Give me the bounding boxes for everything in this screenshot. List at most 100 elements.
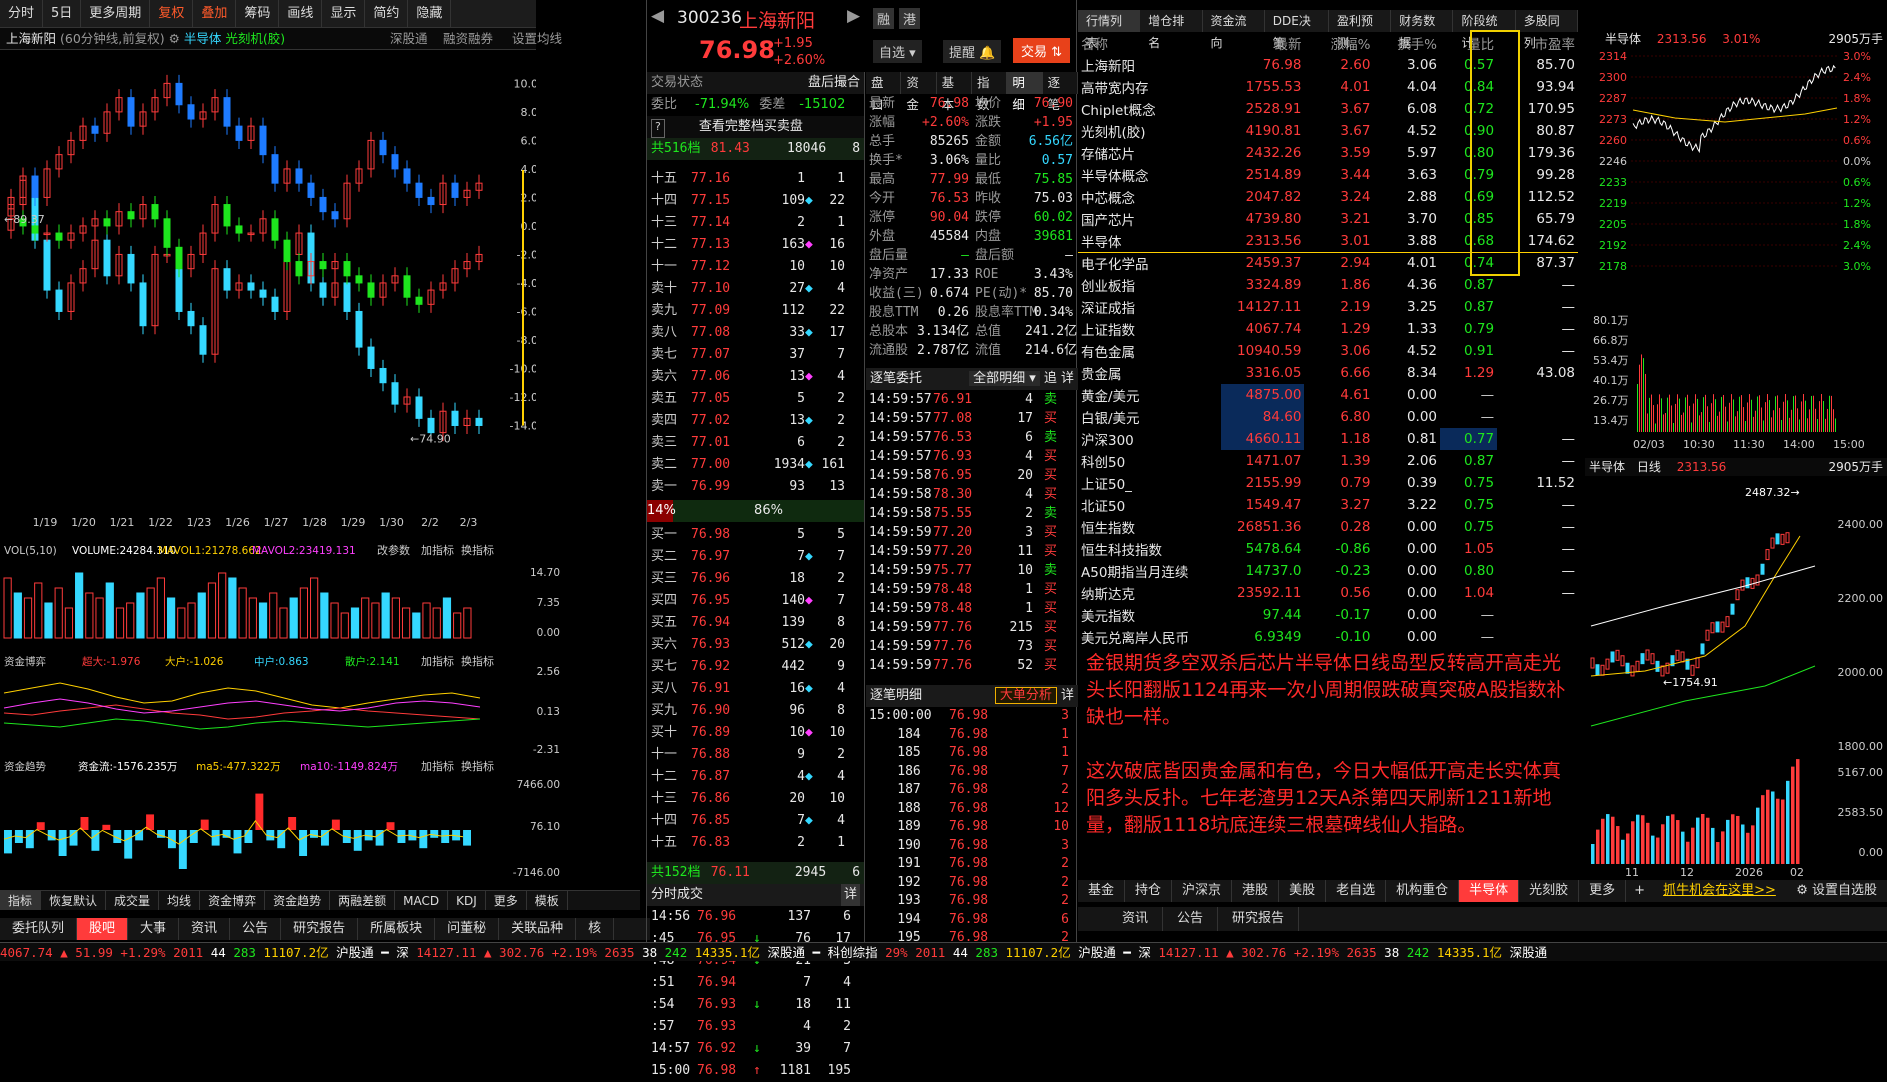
book-row[interactable]: 卖三 77.01 6 2 — [647, 432, 864, 454]
detail-tab[interactable]: 基本 — [937, 72, 972, 112]
sub-tab[interactable]: 资讯 — [1108, 907, 1164, 931]
toolbar-item[interactable]: 叠加 — [193, 0, 237, 28]
book-row[interactable]: 买九 76.90 96 8 — [647, 700, 864, 722]
list-row[interactable]: 黄金/美元 4875.00 4.61 0.00 — — [1078, 384, 1578, 406]
bottom-tab[interactable]: 光刻胶 — [1519, 880, 1580, 902]
sub-tab[interactable]: 研究报告 — [1218, 907, 1300, 931]
indicator-tab[interactable]: 资金趋势 — [265, 891, 331, 910]
left-bottom-tab[interactable]: 核 — [576, 918, 615, 940]
list-tab[interactable]: 多股同列 — [1516, 10, 1578, 50]
left-bottom-tab[interactable]: 股吧 — [77, 918, 129, 940]
toolbar-item[interactable]: 画线 — [279, 0, 323, 28]
detail-tab[interactable]: 明细 — [1007, 72, 1043, 112]
book-row[interactable]: 卖一 76.99 93 13 — [647, 476, 864, 498]
book-row[interactable]: 买十 76.89 10 ◆ 10 — [647, 722, 864, 744]
vol-switch-indicator[interactable]: 换指标 — [461, 543, 494, 557]
list-row[interactable]: 上证指数 4067.74 1.29 1.33 0.79 — — [1078, 318, 1578, 340]
list-header-cell[interactable]: 换手% — [1373, 32, 1440, 54]
list-row[interactable]: A50期指当月连续 14737.0 -0.23 0.00 0.80 — — [1078, 560, 1578, 582]
indicator-tab[interactable]: 均线 — [159, 891, 201, 910]
help-icon[interactable]: ? — [651, 119, 665, 138]
book-row[interactable]: 卖四 77.02 13 ◆ 2 — [647, 410, 864, 432]
indicator-tab[interactable]: 成交量 — [106, 891, 160, 910]
left-bottom-tab[interactable]: 公告 — [230, 918, 282, 940]
list-row[interactable]: 深证成指 14127.11 2.19 3.25 0.87 — — [1078, 296, 1578, 318]
bottom-tab[interactable]: 持仓 — [1125, 880, 1173, 902]
left-bottom-tab[interactable]: 问董秘 — [435, 918, 500, 940]
list-row[interactable]: 贵金属 3316.05 6.66 8.34 1.29 43.08 — [1078, 362, 1578, 384]
book-row[interactable]: 十五 77.16 1 1 — [647, 168, 864, 190]
indicator-tab[interactable]: 指标 — [0, 891, 42, 910]
indicator-tab[interactable]: 恢复默认 — [41, 891, 107, 910]
left-bottom-tab[interactable]: 委托队列 — [0, 918, 78, 940]
toolbar-item[interactable]: 显示 — [322, 0, 366, 28]
list-row[interactable]: 白银/美元 84.60 6.80 0.00 — — [1078, 406, 1578, 428]
left-bottom-tab[interactable]: 关联品种 — [499, 918, 577, 940]
list-row[interactable]: 北证50 1549.47 3.27 3.22 0.75 — — [1078, 494, 1578, 516]
list-tab[interactable]: 财务数据 — [1391, 10, 1454, 50]
left-bottom-tab[interactable]: 资讯 — [179, 918, 231, 940]
overlay-lithography[interactable]: 光刻机(胶) — [225, 31, 285, 46]
game-add-indicator[interactable]: 加指标 — [421, 654, 454, 668]
mini-daily-chart[interactable]: 2400.00 2200.00 2000.00 1800.00 2487.32→ ←175… — [1585, 476, 1887, 878]
indicator-tab[interactable]: 更多 — [486, 891, 527, 910]
toolbar-item[interactable]: 隐藏 — [408, 0, 452, 28]
mini-intraday-chart[interactable]: 2314 3.0% 2300 2.4% 2287 1.8% 2273 1.2% 2260 0.6%… — [1585, 48, 1887, 458]
book-row[interactable]: 十三 77.14 2 1 — [647, 212, 864, 234]
order-follow-button[interactable]: 追 — [1044, 371, 1057, 386]
detail-tab[interactable]: 指数 — [972, 72, 1008, 112]
settings-icon[interactable]: ⚙ — [169, 31, 180, 46]
book-row[interactable]: 十三 76.86 20 10 — [647, 788, 864, 810]
indicator-tab[interactable]: 资金博弈 — [200, 891, 266, 910]
list-row[interactable]: 沪深300 4660.11 1.18 0.81 0.77 — — [1078, 428, 1578, 450]
book-row[interactable]: 买七 76.92 442 9 — [647, 656, 864, 678]
toolbar-item[interactable]: 复权 — [150, 0, 194, 28]
game-switch-indicator[interactable]: 换指标 — [461, 654, 494, 668]
bottom-tab[interactable]: 更多 — [1579, 880, 1627, 902]
book-row[interactable]: 卖五 77.05 5 2 — [647, 388, 864, 410]
tick-detail-button[interactable]: 详 — [1061, 688, 1074, 703]
big-order-button[interactable]: 大单分析 — [994, 687, 1057, 704]
vol-params-button[interactable]: 改参数 — [377, 543, 410, 557]
list-tab[interactable]: 行情列表 — [1078, 10, 1141, 50]
trend-add-indicator[interactable]: 加指标 — [421, 759, 454, 773]
book-row[interactable]: 十五 76.83 2 1 — [647, 832, 864, 854]
list-tab[interactable]: 资金流向 — [1203, 10, 1265, 50]
alert-button[interactable]: 提醒 🔔 — [943, 40, 1002, 63]
book-row[interactable]: 买四 76.95 140 ◆ 7 — [647, 590, 864, 612]
list-row[interactable]: 美元兑离岸人民币 6.9349 -0.10 0.00 — — [1078, 626, 1578, 648]
overlay-semiconductor[interactable]: 半导体 — [184, 31, 222, 46]
toolbar-item[interactable]: 分时 — [0, 0, 44, 28]
bottom-tab[interactable]: 基金 — [1078, 880, 1126, 902]
promo-link[interactable]: 抓牛机会在这里>> — [1653, 880, 1786, 902]
bottom-tab[interactable]: 美股 — [1279, 880, 1327, 902]
list-row[interactable]: 上证50_ 2155.99 0.79 0.39 0.75 11.52 — [1078, 472, 1578, 494]
bottom-tab[interactable]: 沪深京 — [1172, 880, 1233, 902]
list-row[interactable]: 有色金属 10940.59 3.06 4.52 0.91 — — [1078, 340, 1578, 362]
left-bottom-tab[interactable]: 研究报告 — [281, 918, 359, 940]
list-row[interactable]: 科创50 1471.07 1.39 2.06 0.87 — — [1078, 450, 1578, 472]
vol-add-indicator[interactable]: 加指标 — [421, 543, 454, 557]
list-header-cell[interactable]: 最新 — [1221, 32, 1305, 54]
book-row[interactable]: 十二 77.13 163 ◆ 16 — [647, 234, 864, 256]
book-row[interactable]: 卖八 77.08 33 ◆ 17 — [647, 322, 864, 344]
indicator-tab[interactable]: KDJ — [448, 891, 486, 910]
list-header-cell[interactable]: 涨幅% — [1304, 32, 1373, 54]
toolbar-item[interactable]: 简约 — [365, 0, 409, 28]
order-filter[interactable]: 全部明细 ▾ — [969, 371, 1040, 386]
book-row[interactable]: 买八 76.91 16 ◆ 4 — [647, 678, 864, 700]
book-row[interactable]: 十四 77.15 109 ◆ 22 — [647, 190, 864, 212]
indicator-tab[interactable]: 模板 — [527, 891, 568, 910]
watchlist-button[interactable]: 自选 ▾ — [873, 40, 922, 63]
list-row[interactable]: 纳斯达克 23592.11 0.56 0.00 1.04 — — [1078, 582, 1578, 604]
detail-tab[interactable]: 逐笔 — [1043, 72, 1078, 112]
list-row[interactable]: 恒生科技指数 5478.64 -0.86 0.00 1.05 — — [1078, 538, 1578, 560]
detail-tab[interactable]: 盘口 — [866, 72, 902, 112]
hk-badge[interactable]: 港 — [899, 8, 921, 29]
book-row[interactable]: 十一 77.12 10 10 — [647, 256, 864, 278]
sub-tab[interactable]: 公告 — [1163, 907, 1219, 931]
list-tab[interactable]: DDE决策 — [1265, 10, 1329, 50]
margin-badge[interactable]: 融 — [873, 8, 895, 29]
toolbar-item[interactable]: 筹码 — [236, 0, 280, 28]
kline-chart[interactable]: 10.008.006.004.002.000.00-2.00-4.00-6.00… — [0, 50, 536, 535]
